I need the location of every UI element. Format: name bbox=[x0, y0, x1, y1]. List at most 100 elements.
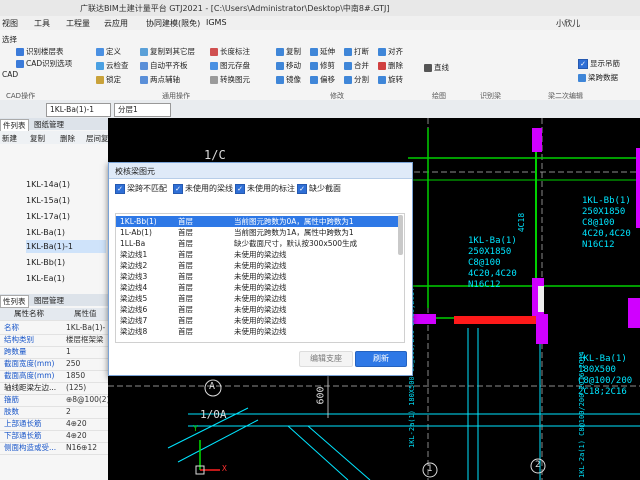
menu-collab[interactable]: 协同建模(限免) bbox=[146, 18, 200, 29]
result-row[interactable]: 梁边线3 首层 未使用的梁边线 bbox=[116, 271, 402, 282]
tab-property-list[interactable]: 性列表 bbox=[0, 295, 29, 308]
show-hanger-checkbox[interactable]: ✓ 显示吊筋 bbox=[578, 58, 620, 69]
result-row[interactable]: 1L-Ab(1) 首层 当前图元跨数为1A，属性中跨数为1 bbox=[116, 227, 402, 238]
line-button[interactable]: 直线 bbox=[424, 62, 449, 73]
column[interactable] bbox=[636, 148, 640, 228]
beam-span-data-button[interactable]: 梁跨数据 bbox=[578, 72, 618, 83]
component-item-selected[interactable]: 1KL-Ba(1)-1 bbox=[26, 240, 106, 253]
ribbon-recognize-floor-table[interactable]: 识别楼层表 bbox=[16, 46, 64, 57]
list-scrollbar[interactable] bbox=[398, 215, 403, 255]
copy-button[interactable]: 复制 bbox=[276, 46, 301, 57]
mirror-button[interactable]: 镜像 bbox=[276, 74, 301, 85]
merge-button[interactable]: 合并 bbox=[344, 60, 369, 71]
component-item[interactable]: 1KL-Ba(1) bbox=[26, 226, 106, 239]
check-result-list[interactable]: 1KL-Bb(1) 首层 当前图元跨数为0A，属性中跨数为1 1L-Ab(1) 首层当… bbox=[115, 213, 405, 343]
align-icon bbox=[140, 62, 148, 70]
data-icon bbox=[578, 74, 586, 82]
save-element-button[interactable]: 图元存盘 bbox=[210, 60, 250, 71]
option-span-mismatch[interactable]: ✓ 梁跨不匹配 bbox=[115, 183, 167, 194]
ruler-icon bbox=[210, 48, 218, 56]
result-row[interactable]: 梁边线2 首层 未使用的梁边线 bbox=[116, 260, 402, 271]
new-button[interactable]: 新建 bbox=[2, 133, 17, 144]
lock-button[interactable]: 锁定 bbox=[96, 74, 121, 85]
offset-button[interactable]: 偏移 bbox=[310, 74, 335, 85]
tab-layer-manage[interactable]: 图层管理 bbox=[34, 295, 64, 306]
copy-layer-icon bbox=[140, 48, 148, 56]
copy-to-layer-button[interactable]: 复制到其它层 bbox=[140, 46, 195, 57]
user-name[interactable]: 小欣儿 bbox=[556, 18, 580, 29]
menu-tools[interactable]: 工具 bbox=[34, 18, 50, 29]
axis-label: 1 bbox=[427, 464, 433, 474]
column[interactable] bbox=[628, 298, 640, 328]
result-row[interactable]: 梁边线8 首层 未使用的梁边线 bbox=[116, 326, 402, 337]
close-icon[interactable]: ✕ bbox=[115, 166, 407, 175]
property-row[interactable]: 侧面构造或受... N16⊕12 bbox=[0, 442, 108, 455]
layer-combo[interactable]: 分层1 bbox=[114, 103, 171, 117]
checkbox-icon: ✓ bbox=[578, 59, 588, 69]
axis-icon bbox=[140, 76, 148, 84]
result-row[interactable]: 梁边线5 首层 未使用的梁边线 bbox=[116, 293, 402, 304]
two-point-axis-button[interactable]: 两点辅轴 bbox=[140, 74, 180, 85]
edit-support-button[interactable]: 编辑支座 bbox=[299, 351, 353, 367]
rotate-button[interactable]: 旋转 bbox=[378, 74, 403, 85]
copy-icon bbox=[276, 48, 284, 56]
option-unused-annotation[interactable]: ✓ 未使用的标注 bbox=[235, 183, 295, 194]
trim-icon bbox=[310, 62, 318, 70]
filter-options: ✓ 梁跨不匹配 ✓ 未使用的梁线 ✓ 未使用的标注 ✓ 缺少截面 bbox=[109, 180, 412, 196]
column[interactable] bbox=[536, 314, 548, 344]
result-row[interactable]: 梁边线6 首层 未使用的梁边线 bbox=[116, 304, 402, 315]
window-title: 广联达BIM土建计量平台 GTJ2021 - [C:\Users\Adminis… bbox=[80, 4, 390, 13]
result-row[interactable]: 梁边线1 首层 未使用的梁边线 bbox=[116, 249, 402, 260]
rotate-icon bbox=[378, 76, 386, 84]
ribbon-cad-options[interactable]: CAD识别选项 bbox=[16, 58, 72, 69]
align-button[interactable]: 对齐 bbox=[378, 46, 403, 57]
menu-view[interactable]: 视图 bbox=[2, 18, 18, 29]
checkbox-icon: ✓ bbox=[173, 183, 183, 194]
menu-cloud[interactable]: 云应用 bbox=[104, 18, 128, 29]
extend-button[interactable]: 延伸 bbox=[310, 46, 335, 57]
options-icon bbox=[16, 60, 24, 68]
ribbon-select[interactable]: 选择 bbox=[2, 34, 17, 45]
result-row-selected[interactable]: 1KL-Bb(1) 首层 当前图元跨数为0A，属性中跨数为1 bbox=[116, 216, 402, 227]
axis-label: A bbox=[209, 381, 216, 392]
component-tabs: 件列表 图纸管理 bbox=[0, 118, 108, 132]
result-row[interactable]: 梁边线4 首层 未使用的梁边线 bbox=[116, 282, 402, 293]
property-header: 属性名称 属性值 bbox=[0, 308, 108, 321]
break-button[interactable]: 打断 bbox=[344, 46, 369, 57]
dimension-text: 600 bbox=[315, 386, 327, 405]
result-row[interactable]: 1LL-Ba 首层 缺少截面尺寸，默认按300x500生成 bbox=[116, 238, 402, 249]
option-missing-section[interactable]: ✓ 缺少截面 bbox=[297, 183, 341, 194]
delete-component-button[interactable]: 删除 bbox=[60, 133, 75, 144]
selected-beam[interactable] bbox=[454, 316, 536, 324]
component-item[interactable]: 1KL-17a(1) bbox=[26, 210, 106, 223]
delete-button[interactable]: 删除 bbox=[378, 60, 403, 71]
element-combo[interactable]: 1KL-Ba(1)-1 bbox=[46, 103, 111, 117]
length-dim-button[interactable]: 长度标注 bbox=[210, 46, 250, 57]
move-button[interactable]: 移动 bbox=[276, 60, 301, 71]
column[interactable] bbox=[532, 128, 542, 152]
define-button[interactable]: 定义 bbox=[96, 46, 121, 57]
property-tabs: 性列表 图层管理 bbox=[0, 294, 108, 308]
result-row[interactable]: 梁边线7 首层 未使用的梁边线 bbox=[116, 315, 402, 326]
ribbon-cad[interactable]: CAD bbox=[2, 70, 18, 79]
split-button[interactable]: 分割 bbox=[344, 74, 369, 85]
auto-align-slab-button[interactable]: 自动平齐板 bbox=[140, 60, 188, 71]
menu-quantity[interactable]: 工程量 bbox=[66, 18, 90, 29]
refresh-button[interactable]: 刷新 bbox=[355, 351, 407, 367]
component-item[interactable]: 1KL-14a(1) bbox=[26, 178, 106, 191]
component-item[interactable]: 1KL-Ea(1) bbox=[26, 272, 106, 285]
dialog-title-bar[interactable]: 校核梁图元 ✕ bbox=[109, 163, 412, 179]
trim-button[interactable]: 修剪 bbox=[310, 60, 335, 71]
copy-component-button[interactable]: 复制 bbox=[30, 133, 45, 144]
beam-annotation: 1KL-Ba(1) 250X1850 C8@100 4C20,4C20 N16C… bbox=[468, 236, 517, 290]
beam-annotation: 1KL-Bb(1) 250X1850 C8@100 4C20,4C20 N16C… bbox=[582, 196, 631, 250]
axis-label: 1/0A bbox=[200, 408, 227, 421]
cloud-check-button[interactable]: 云检查 bbox=[96, 60, 129, 71]
tab-drawing-manage[interactable]: 图纸管理 bbox=[34, 119, 64, 130]
coord-label-x: X bbox=[222, 464, 227, 473]
option-unused-beam-line[interactable]: ✓ 未使用的梁线 bbox=[173, 183, 233, 194]
component-item[interactable]: 1KL-Bb(1) bbox=[26, 256, 106, 269]
component-item[interactable]: 1KL-15a(1) bbox=[26, 194, 106, 207]
menu-igms[interactable]: IGMS bbox=[206, 18, 227, 27]
convert-element-button[interactable]: 转换图元 bbox=[210, 74, 250, 85]
